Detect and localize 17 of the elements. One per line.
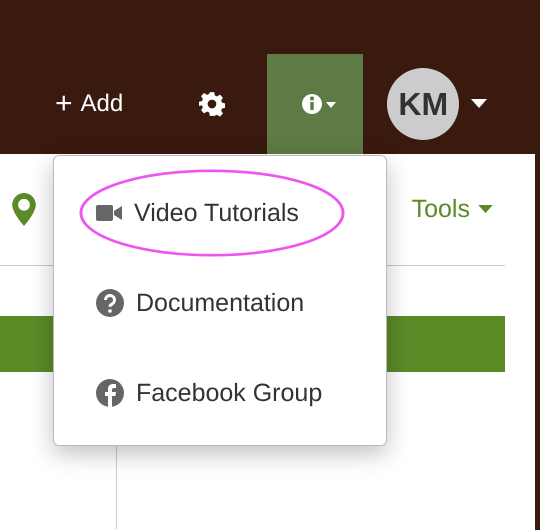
menu-item[interactable]: Documentation [54, 258, 386, 348]
menu-item-label: Video Tutorials [134, 198, 299, 228]
caret-icon[interactable] [471, 99, 488, 109]
menu-item[interactable]: Facebook Group [54, 348, 386, 438]
facebook-icon [96, 379, 124, 407]
user-avatar[interactable]: KM [387, 68, 460, 140]
menu-item-label: Facebook Group [136, 378, 322, 408]
menu-item[interactable]: Video Tutorials [54, 168, 386, 258]
add-button[interactable]: + Add [55, 54, 124, 154]
caret-icon [478, 205, 493, 214]
video-camera-icon [96, 204, 122, 222]
help-button[interactable] [267, 54, 364, 154]
settings-icon[interactable] [199, 91, 226, 117]
map-pin-icon [12, 193, 36, 226]
question-icon [96, 289, 124, 317]
menu-item-label: Documentation [136, 288, 304, 318]
tools-menu[interactable]: Tools [412, 195, 493, 224]
